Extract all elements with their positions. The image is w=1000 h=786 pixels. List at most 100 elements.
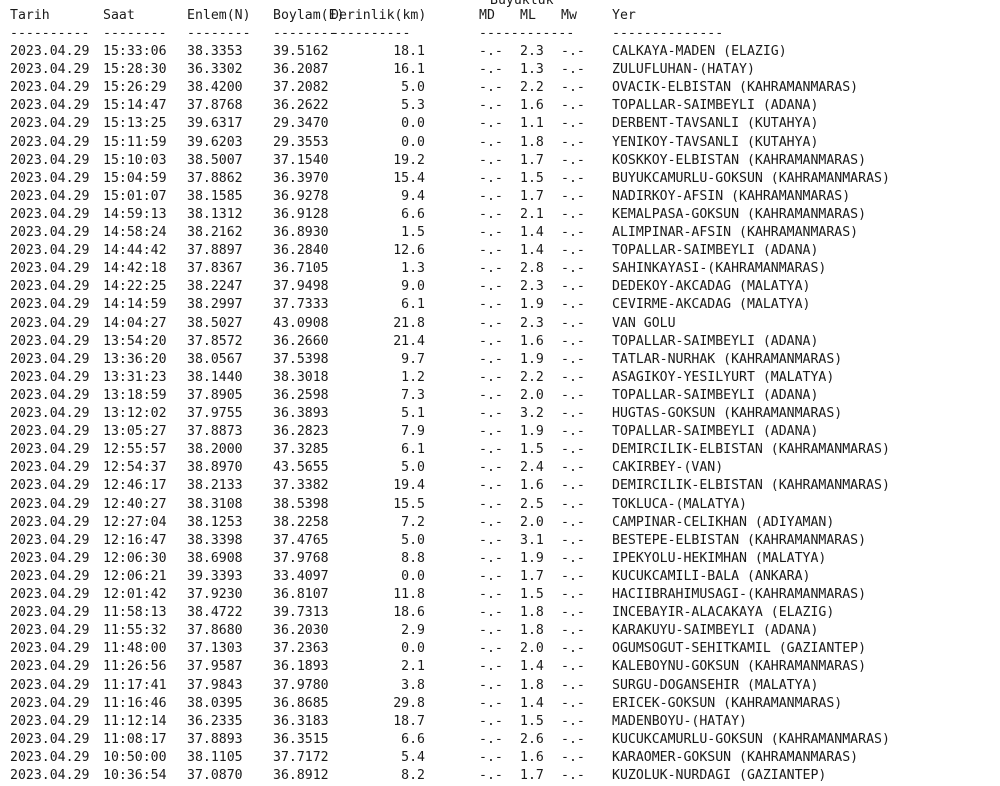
row-mw: -.- <box>561 44 585 59</box>
table-row: 2023.04.29 15:01:07 38.1585 36.9278 9.4 -.- 1.… <box>0 188 1000 206</box>
row-place: KARAOMER-GOKSUN (KAHRAMANMARAS) <box>612 749 859 765</box>
row-ml: 3.2 <box>520 406 544 421</box>
row-place: TATLAR-NURHAK (KAHRAMANMARAS) <box>612 351 843 367</box>
row-longitude: 37.9498 <box>273 279 329 295</box>
row-latitude: 38.1585 <box>187 188 243 204</box>
row-ml: 2.2 <box>520 369 544 385</box>
table-row: 2023.04.29 11:26:56 37.9587 36.1893 2.1 -.- 1.… <box>0 658 1000 676</box>
row-mw: -.- <box>561 659 585 675</box>
row-longitude: 36.3893 <box>273 406 329 421</box>
row-ml: 1.9 <box>520 351 544 367</box>
separator-place: -------------- <box>612 26 724 41</box>
row-latitude: 37.9230 <box>187 587 243 602</box>
row-depth: 6.6 <box>401 731 425 747</box>
row-time: 15:33:06 <box>103 44 167 59</box>
row-ml: 1.7 <box>520 768 544 783</box>
row-mw: -.- <box>561 514 585 530</box>
row-depth: 16.1 <box>393 62 425 78</box>
row-depth: 7.2 <box>401 514 425 530</box>
row-date: 2023.04.29 <box>10 261 90 277</box>
row-longitude: 36.8930 <box>273 225 329 240</box>
row-latitude: 37.8862 <box>187 170 243 186</box>
row-depth: 1.5 <box>401 225 425 240</box>
earthquake-list: Büyüklük Tarih Saat Enlem(N) Boylam(E) D… <box>0 0 1000 786</box>
row-mw: -.- <box>561 134 585 150</box>
row-mw: -.- <box>561 387 585 403</box>
row-time: 15:10:03 <box>103 152 167 168</box>
row-date: 2023.04.29 <box>10 315 90 331</box>
row-time: 13:18:59 <box>103 387 167 403</box>
row-ml: 1.6 <box>520 749 544 765</box>
row-latitude: 37.1303 <box>187 641 243 657</box>
row-place: TOPALLAR-SAIMBEYLI (ADANA) <box>612 424 819 440</box>
row-mw: -.- <box>561 713 585 729</box>
row-time: 15:13:25 <box>103 116 167 132</box>
row-latitude: 38.6908 <box>187 550 243 566</box>
row-mw: -.- <box>561 605 585 621</box>
row-ml: 2.3 <box>520 44 544 59</box>
header-place: Yer <box>612 8 636 23</box>
row-place: DEMIRCILIK-ELBISTAN (KAHRAMANMARAS) <box>612 478 890 494</box>
header-md: MD <box>479 8 495 23</box>
row-latitude: 39.6203 <box>187 134 243 150</box>
row-place: DEMIRCILIK-ELBISTAN (KAHRAMANMARAS) <box>612 442 890 458</box>
table-row: 2023.04.29 14:22:25 38.2247 37.9498 9.0 -.- 2.… <box>0 278 1000 296</box>
row-md: -.- <box>479 460 503 476</box>
row-latitude: 38.2997 <box>187 297 243 313</box>
row-md: -.- <box>479 261 503 277</box>
row-latitude: 38.3398 <box>187 532 243 548</box>
table-row: 2023.04.29 14:04:27 38.5027 43.0908 21.8 -.- 2… <box>0 315 1000 333</box>
row-mw: -.- <box>561 442 585 458</box>
row-latitude: 38.8970 <box>187 460 243 476</box>
table-row: 2023.04.29 11:16:46 38.0395 36.8685 29.8 -.- 1… <box>0 695 1000 713</box>
table-row: 2023.04.29 12:40:27 38.3108 38.5398 15.5 -.- 2… <box>0 496 1000 514</box>
row-latitude: 39.6317 <box>187 116 243 132</box>
row-place: TOPALLAR-SAIMBEYLI (ADANA) <box>612 387 819 403</box>
row-time: 12:06:21 <box>103 568 167 584</box>
row-depth: 21.4 <box>393 333 425 349</box>
row-md: -.- <box>479 677 503 693</box>
row-time: 11:58:13 <box>103 605 167 621</box>
row-md: -.- <box>479 768 503 783</box>
row-md: -.- <box>479 478 503 494</box>
row-latitude: 37.8680 <box>187 623 243 639</box>
row-depth: 8.2 <box>401 768 425 783</box>
row-place: TOPALLAR-SAIMBEYLI (ADANA) <box>612 98 819 114</box>
row-date: 2023.04.29 <box>10 659 90 675</box>
row-date: 2023.04.29 <box>10 80 90 96</box>
row-date: 2023.04.29 <box>10 442 90 458</box>
row-ml: 1.3 <box>520 62 544 78</box>
row-ml: 1.6 <box>520 478 544 494</box>
row-depth: 15.5 <box>393 496 425 512</box>
row-md: -.- <box>479 44 503 59</box>
table-row: 2023.04.29 12:46:17 38.2133 37.3382 19.4 -.- 1… <box>0 477 1000 495</box>
row-depth: 9.4 <box>401 188 425 204</box>
row-date: 2023.04.29 <box>10 279 90 295</box>
row-latitude: 38.2133 <box>187 478 243 494</box>
row-md: -.- <box>479 442 503 458</box>
row-depth: 5.3 <box>401 98 425 114</box>
row-date: 2023.04.29 <box>10 188 90 204</box>
row-place: HUGTAS-GOKSUN (KAHRAMANMARAS) <box>612 406 843 421</box>
table-row: 2023.04.29 13:05:27 37.8873 36.2823 7.9 -.- 1.… <box>0 423 1000 441</box>
row-mw: -.- <box>561 170 585 186</box>
row-time: 14:14:59 <box>103 297 167 313</box>
row-place: VAN GOLU <box>612 315 676 331</box>
row-time: 14:58:24 <box>103 225 167 240</box>
table-row: 2023.04.29 13:54:20 37.8572 36.2660 21.4 -.- 1… <box>0 333 1000 351</box>
row-date: 2023.04.29 <box>10 749 90 765</box>
row-date: 2023.04.29 <box>10 170 90 186</box>
row-date: 2023.04.29 <box>10 62 90 78</box>
row-depth: 2.1 <box>401 659 425 675</box>
row-depth: 1.2 <box>401 369 425 385</box>
row-time: 12:01:42 <box>103 587 167 602</box>
row-depth: 6.6 <box>401 206 425 222</box>
row-mw: -.- <box>561 315 585 331</box>
row-longitude: 36.8107 <box>273 587 329 602</box>
row-date: 2023.04.29 <box>10 731 90 747</box>
table-row: 2023.04.29 13:18:59 37.8905 36.2598 7.3 -.- 2.… <box>0 387 1000 405</box>
row-longitude: 37.2363 <box>273 641 329 657</box>
row-latitude: 38.1105 <box>187 749 243 765</box>
table-row: 2023.04.29 10:36:54 37.0870 36.8912 8.2 -.- 1.… <box>0 767 1000 785</box>
row-date: 2023.04.29 <box>10 98 90 114</box>
